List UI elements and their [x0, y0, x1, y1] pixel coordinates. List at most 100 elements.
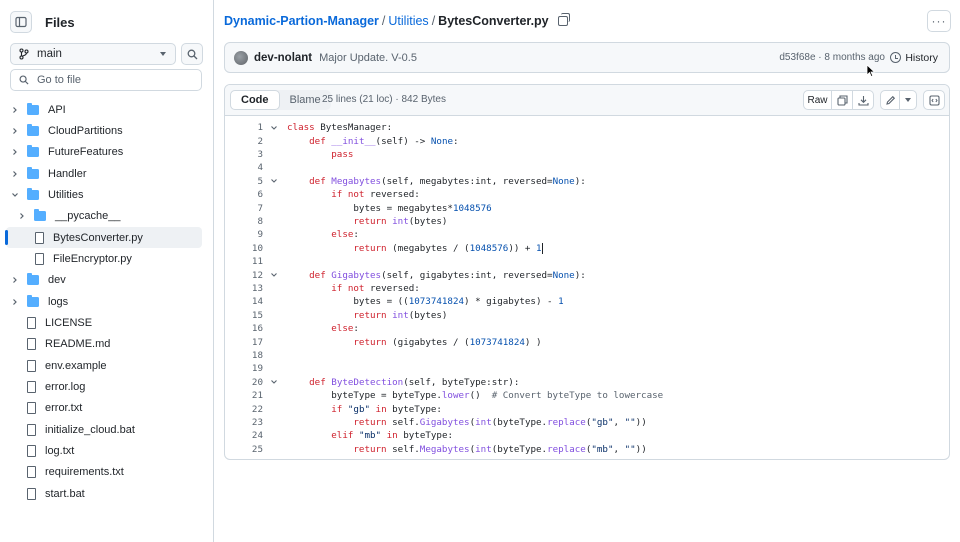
line-number[interactable]: 11 [225, 256, 263, 267]
tab-code[interactable]: Code [230, 90, 280, 110]
tree-file[interactable]: env.example [0, 355, 214, 376]
tree-folder[interactable]: dev [0, 270, 214, 291]
code-token: )) + [508, 242, 536, 254]
download-button[interactable] [852, 90, 874, 110]
line-number[interactable]: 2 [225, 136, 263, 147]
tree-file[interactable]: log.txt [0, 441, 214, 462]
code-token: replace [547, 443, 586, 455]
line-number[interactable]: 19 [225, 363, 263, 374]
commit-message[interactable]: Major Update. V-0.5 [319, 52, 417, 64]
line-number[interactable]: 7 [225, 203, 263, 214]
line-number[interactable]: 6 [225, 189, 263, 200]
code-token: bytes = megabytes* [287, 202, 453, 214]
fold-chevron-icon[interactable] [263, 177, 285, 185]
edit-button[interactable] [880, 90, 900, 110]
line-number[interactable]: 18 [225, 350, 263, 361]
chevron-right-icon[interactable] [10, 105, 20, 115]
chevron-right-icon[interactable] [10, 275, 20, 285]
line-number[interactable]: 16 [225, 323, 263, 334]
line-number[interactable]: 15 [225, 310, 263, 321]
commit-author[interactable]: dev-nolant [254, 52, 312, 64]
chevron-right-icon[interactable] [10, 169, 20, 179]
line-number[interactable]: 25 [225, 444, 263, 455]
tree-folder[interactable]: logs [0, 291, 214, 312]
tree-file[interactable]: README.md [0, 334, 214, 355]
chevron-right-icon[interactable] [10, 297, 20, 307]
tree-folder[interactable]: __pycache__ [0, 206, 214, 227]
line-number[interactable]: 17 [225, 337, 263, 348]
line-number[interactable]: 12 [225, 270, 263, 281]
code-text: return int(bytes) [287, 216, 447, 227]
avatar[interactable] [234, 50, 248, 65]
branch-selector[interactable]: main [10, 43, 176, 65]
tree-folder[interactable]: API [0, 99, 214, 120]
code-text: if "gb" in byteType: [287, 404, 442, 415]
symbols-panel-button[interactable] [923, 90, 945, 110]
code-token: "mb" [591, 443, 614, 455]
file-icon [27, 445, 36, 458]
line-number[interactable]: 3 [225, 149, 263, 160]
search-button[interactable] [181, 43, 203, 65]
fold-chevron-icon[interactable] [263, 124, 285, 132]
tree-file[interactable]: FileEncryptor.py [0, 248, 214, 269]
breadcrumb-folder-link[interactable]: Utilities [388, 14, 428, 28]
file-icon [35, 231, 44, 244]
tree-file[interactable]: requirements.txt [0, 462, 214, 483]
chevron-down-icon [160, 52, 166, 56]
code-token: return [353, 215, 393, 227]
tree-file[interactable]: error.txt [0, 398, 214, 419]
line-number[interactable]: 13 [225, 283, 263, 294]
more-options-button[interactable]: ··· [927, 10, 951, 32]
line-number[interactable]: 14 [225, 296, 263, 307]
tree-item-label: Utilities [48, 188, 84, 201]
tree-file[interactable]: start.bat [0, 483, 214, 504]
raw-button[interactable]: Raw [803, 90, 832, 110]
tree-item-label: Handler [48, 167, 87, 180]
code-token: ): [574, 269, 586, 281]
fold-chevron-icon[interactable] [263, 378, 285, 386]
line-number[interactable]: 5 [225, 176, 263, 187]
breadcrumb-repo-link[interactable]: Dynamic-Partion-Manager [224, 14, 379, 28]
tree-file[interactable]: initialize_cloud.bat [0, 419, 214, 440]
edit-dropdown-button[interactable] [899, 90, 917, 110]
fold-chevron-icon[interactable] [263, 271, 285, 279]
tree-file[interactable]: LICENSE [0, 313, 214, 334]
chevron-right-icon[interactable] [10, 147, 20, 157]
tree-folder[interactable]: CloudPartitions [0, 120, 214, 141]
chevron-right-icon[interactable] [10, 126, 20, 136]
line-number[interactable]: 20 [225, 377, 263, 388]
code-token: : [453, 135, 459, 147]
line-number[interactable]: 23 [225, 417, 263, 428]
line-number[interactable]: 1 [225, 122, 263, 133]
file-icon [35, 252, 44, 265]
code-text: if not reversed: [287, 283, 420, 294]
line-number[interactable]: 8 [225, 216, 263, 227]
line-number[interactable]: 22 [225, 404, 263, 415]
tree-folder[interactable]: FutureFeatures [0, 142, 214, 163]
tree-file[interactable]: error.log [0, 377, 214, 398]
code-line: 10 return (megabytes / (1048576)) + 1 [225, 242, 949, 255]
code-token: def [309, 376, 332, 388]
line-number[interactable]: 21 [225, 390, 263, 401]
chevron-right-icon[interactable] [17, 211, 27, 221]
line-number[interactable]: 10 [225, 243, 263, 254]
copy-icon[interactable] [557, 13, 570, 26]
sidebar-collapse-icon[interactable] [10, 11, 32, 33]
copy-raw-button[interactable] [831, 90, 853, 110]
tree-item-label: README.md [45, 338, 111, 351]
chevron-down-icon[interactable] [10, 190, 20, 200]
file-icon [27, 381, 36, 394]
line-number[interactable]: 4 [225, 162, 263, 173]
history-button[interactable]: History [890, 52, 938, 64]
tree-folder[interactable]: Utilities [0, 184, 214, 205]
tree-folder[interactable]: Handler [0, 163, 214, 184]
tree-file[interactable]: BytesConverter.py [5, 227, 202, 249]
line-number[interactable]: 9 [225, 229, 263, 240]
go-to-file-input[interactable]: Go to file [10, 69, 202, 91]
commit-hash-age[interactable]: d53f68e · 8 months ago [779, 52, 885, 63]
line-number[interactable]: 24 [225, 430, 263, 441]
